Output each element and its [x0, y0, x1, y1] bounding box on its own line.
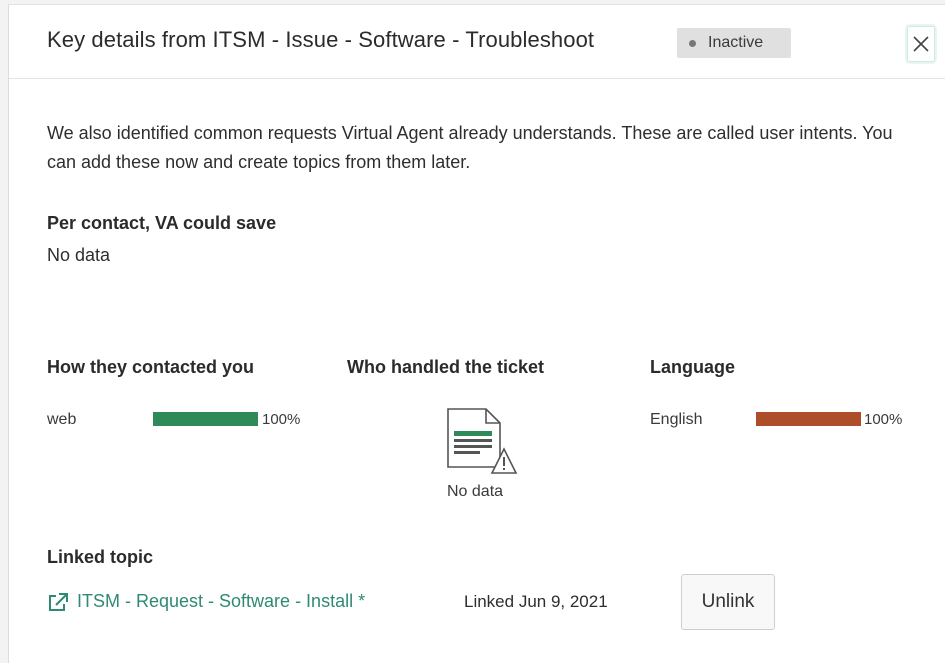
- key-details-panel: Key details from ITSM - Issue - Software…: [8, 4, 945, 663]
- savings-label: Per contact, VA could save: [47, 213, 277, 233]
- contacted-item-bar: [153, 412, 258, 426]
- close-button[interactable]: [907, 26, 935, 62]
- savings-value: No data: [47, 245, 111, 265]
- status-badge-label: Inactive: [708, 34, 764, 51]
- language-item-label: English: [650, 411, 703, 428]
- language-item-percent: 100%: [864, 411, 903, 428]
- linked-date: Linked Jun 9, 2021: [464, 592, 608, 611]
- linked-topic-link-text[interactable]: ITSM - Request - Software - Install *: [77, 591, 365, 612]
- panel-header: Key details from ITSM - Issue - Software…: [9, 5, 945, 79]
- language-heading: Language: [650, 357, 736, 377]
- panel-title: Key details from ITSM - Issue - Software…: [47, 27, 595, 52]
- external-link-icon: [49, 592, 68, 611]
- linked-topic-heading: Linked topic: [47, 547, 154, 567]
- contacted-item-label: web: [47, 411, 77, 428]
- contacted-heading: How they contacted you: [47, 357, 255, 377]
- linked-topic-link[interactable]: ITSM - Request - Software - Install *: [47, 591, 365, 612]
- handled-heading: Who handled the ticket: [347, 357, 545, 377]
- document-warning-icon: [447, 408, 518, 474]
- status-badge: Inactive: [677, 28, 791, 58]
- status-dot-icon: [689, 39, 696, 47]
- handled-value: No data: [447, 483, 504, 500]
- close-icon: [913, 36, 929, 52]
- contacted-item-percent: 100%: [262, 411, 301, 428]
- unlink-button[interactable]: Unlink: [681, 574, 775, 630]
- intro-text: We also identified common requests Virtu…: [47, 123, 893, 172]
- language-item-bar: [756, 412, 861, 426]
